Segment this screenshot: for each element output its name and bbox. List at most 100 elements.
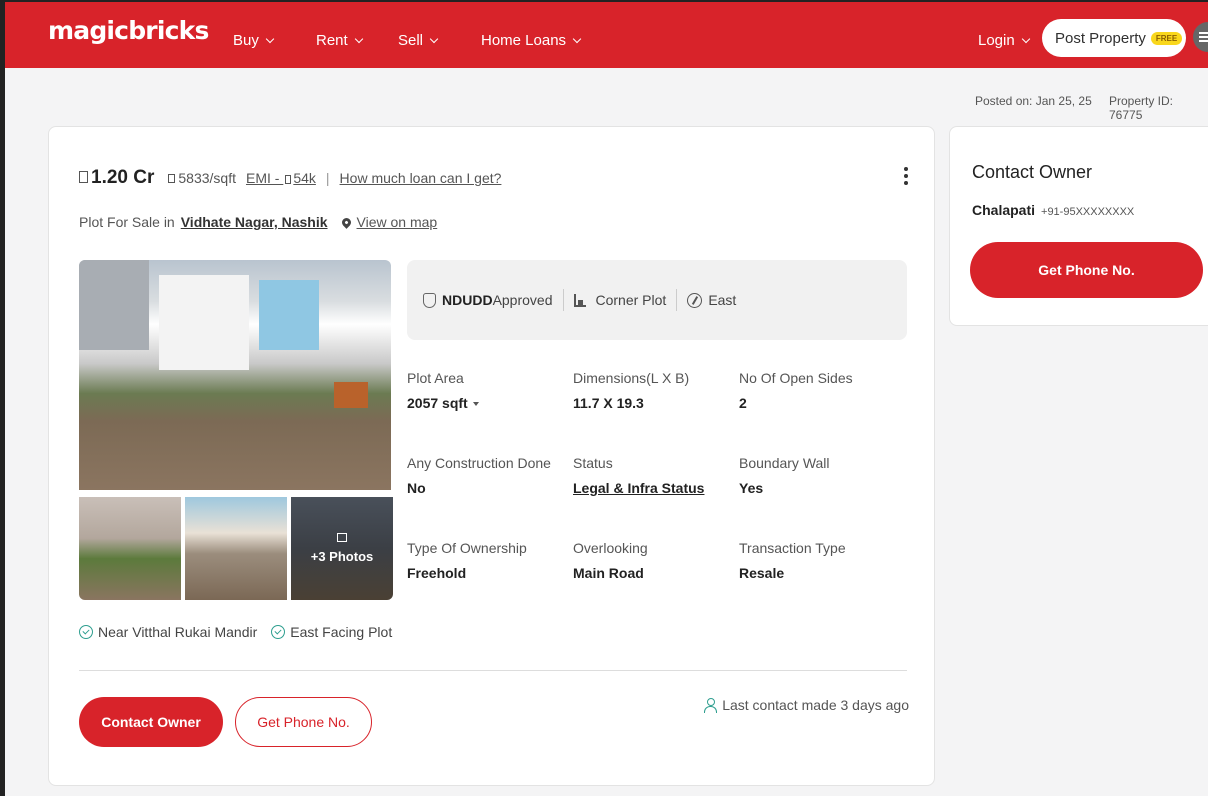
more-photos-thumbnail[interactable]: +3 Photos (291, 497, 393, 600)
last-contact-info: Last contact made 3 days ago (704, 697, 909, 713)
contact-owner-button[interactable]: Contact Owner (79, 697, 223, 747)
last-contact-text: Last contact made 3 days ago (722, 697, 909, 713)
rupee-icon (79, 171, 88, 183)
chevron-down-icon (1021, 34, 1030, 43)
attr-label: Boundary Wall (739, 455, 830, 471)
get-phone-button[interactable]: Get Phone No. (235, 697, 372, 747)
approval-authority: NDUDD (442, 292, 493, 308)
attr-dimensions: Dimensions(L X B) 11.7 X 19.3 (573, 370, 733, 411)
image-icon (337, 533, 347, 542)
attr-value[interactable]: 2057 sqft (407, 395, 567, 411)
attr-value: No (407, 480, 426, 496)
attr-status: Status Legal & Infra Status (573, 455, 733, 496)
feature-tag: Near Vitthal Rukai Mandir (98, 624, 258, 640)
attr-construction: Any Construction Done No (407, 455, 567, 496)
emi-value: 54k (293, 170, 316, 186)
free-badge: FREE (1150, 31, 1183, 45)
nav-sell-label: Sell (398, 32, 424, 49)
feature-tag: East Facing Plot (290, 624, 393, 640)
attr-plot-area: Plot Area 2057 sqft (407, 370, 567, 411)
nav-rent[interactable]: Rent (316, 32, 363, 49)
chevron-down-icon (265, 34, 275, 43)
view-on-map-link[interactable]: View on map (357, 214, 438, 230)
attr-ownership: Type Of Ownership Freehold (407, 540, 567, 581)
main-property-photo[interactable] (79, 260, 391, 490)
chevron-down-icon (429, 34, 439, 43)
attr-boundary-wall: Boundary Wall Yes (739, 455, 899, 496)
locality-link[interactable]: Vidhate Nagar, Nashik (181, 214, 328, 230)
check-circle-icon (79, 625, 93, 639)
caret-down-icon (472, 402, 479, 406)
attr-label: Type Of Ownership (407, 540, 527, 556)
attr-value: 11.7 X 19.3 (573, 395, 644, 411)
corner-plot-label: Corner Plot (595, 292, 667, 308)
legal-infra-status-link[interactable]: Legal & Infra Status (573, 480, 733, 496)
attr-value: Main Road (573, 565, 644, 581)
highlights-box: NDUDD Approved Corner Plot East (407, 260, 907, 340)
attr-value-text: 2057 sqft (407, 395, 468, 411)
check-circle-icon (271, 625, 286, 639)
attr-value: 2 (739, 395, 747, 411)
attr-label: Any Construction Done (407, 455, 551, 471)
feature-tags: Near Vitthal Rukai Mandir East Facing Pl… (79, 624, 392, 640)
loan-eligibility-link[interactable]: How much loan can I get? (340, 170, 502, 186)
price-per-sqft: 5833/sqft (178, 170, 236, 186)
contact-owner-card: Contact Owner Chalapati +91-95XXXXXXXX G… (949, 126, 1208, 326)
attr-label: Status (573, 455, 613, 471)
location-prefix: Plot For Sale in (79, 214, 175, 230)
owner-phone-masked: +91-95XXXXXXXX (1041, 206, 1135, 218)
thumbnail-photo[interactable] (185, 497, 287, 600)
login-menu[interactable]: Login (978, 32, 1030, 49)
emi-link[interactable]: EMI - 54k (246, 170, 316, 186)
property-id: Property ID: 76775 (1109, 94, 1174, 122)
divider (79, 670, 907, 671)
posted-on: Posted on: Jan 25, 25 (975, 94, 1092, 108)
attr-open-sides: No Of Open Sides 2 (739, 370, 899, 411)
nav-buy-label: Buy (233, 32, 259, 49)
person-icon (704, 698, 718, 713)
corner-plot-icon (573, 293, 586, 307)
attr-value: Yes (739, 480, 764, 496)
attr-label: Dimensions(L X B) (573, 370, 690, 386)
contact-card-title: Contact Owner (972, 162, 1093, 182)
divider: | (325, 170, 330, 186)
thumbnail-photo[interactable] (79, 497, 181, 600)
nav-rent-label: Rent (316, 32, 348, 49)
top-navbar: magicbricks Buy Rent Sell Home Loans Log… (5, 2, 1208, 68)
facing-label: East (708, 292, 737, 308)
emi-label: EMI - (245, 170, 284, 186)
nav-home-loans-label: Home Loans (481, 32, 567, 49)
attr-overlooking: Overlooking Main Road (573, 540, 733, 581)
nav-buy[interactable]: Buy (233, 32, 275, 49)
attr-value: Resale (739, 565, 785, 581)
magicbricks-logo[interactable]: magicbricks (48, 16, 209, 45)
contact-card-get-phone-button[interactable]: Get Phone No. (970, 242, 1203, 298)
post-property-button[interactable]: Post Property FREE (1042, 19, 1186, 57)
attr-label: Transaction Type (739, 540, 846, 556)
more-options-icon[interactable] (904, 167, 908, 188)
owner-info: Chalapati +91-95XXXXXXXX (972, 202, 1134, 218)
attr-value: Freehold (407, 565, 467, 581)
location-line: Plot For Sale in Vidhate Nagar, Nashik V… (79, 214, 437, 230)
nav-sell[interactable]: Sell (398, 32, 439, 49)
rupee-icon (168, 174, 176, 183)
approval-label: Approved (492, 292, 553, 308)
price-line: 1.20 Cr 5833/sqft EMI - 54k | How much l… (79, 167, 501, 189)
nav-home-loans[interactable]: Home Loans (481, 32, 582, 49)
rupee-icon (285, 175, 292, 184)
owner-name: Chalapati (972, 202, 1036, 218)
listing-card: 1.20 Cr 5833/sqft EMI - 54k | How much l… (48, 126, 935, 786)
more-photos-label: +3 Photos (310, 549, 374, 564)
shield-check-icon (423, 292, 436, 308)
login-label: Login (978, 32, 1015, 49)
price: 1.20 Cr (91, 167, 155, 188)
post-property-label: Post Property (1055, 29, 1146, 47)
chevron-down-icon (354, 34, 363, 43)
attr-label: Plot Area (407, 370, 464, 386)
attr-label: Overlooking (573, 540, 648, 556)
attr-label: No Of Open Sides (739, 370, 853, 386)
map-pin-icon (339, 215, 353, 229)
hamburger-menu-icon[interactable] (1193, 22, 1208, 52)
chevron-down-icon (572, 34, 582, 43)
compass-icon (687, 292, 703, 308)
